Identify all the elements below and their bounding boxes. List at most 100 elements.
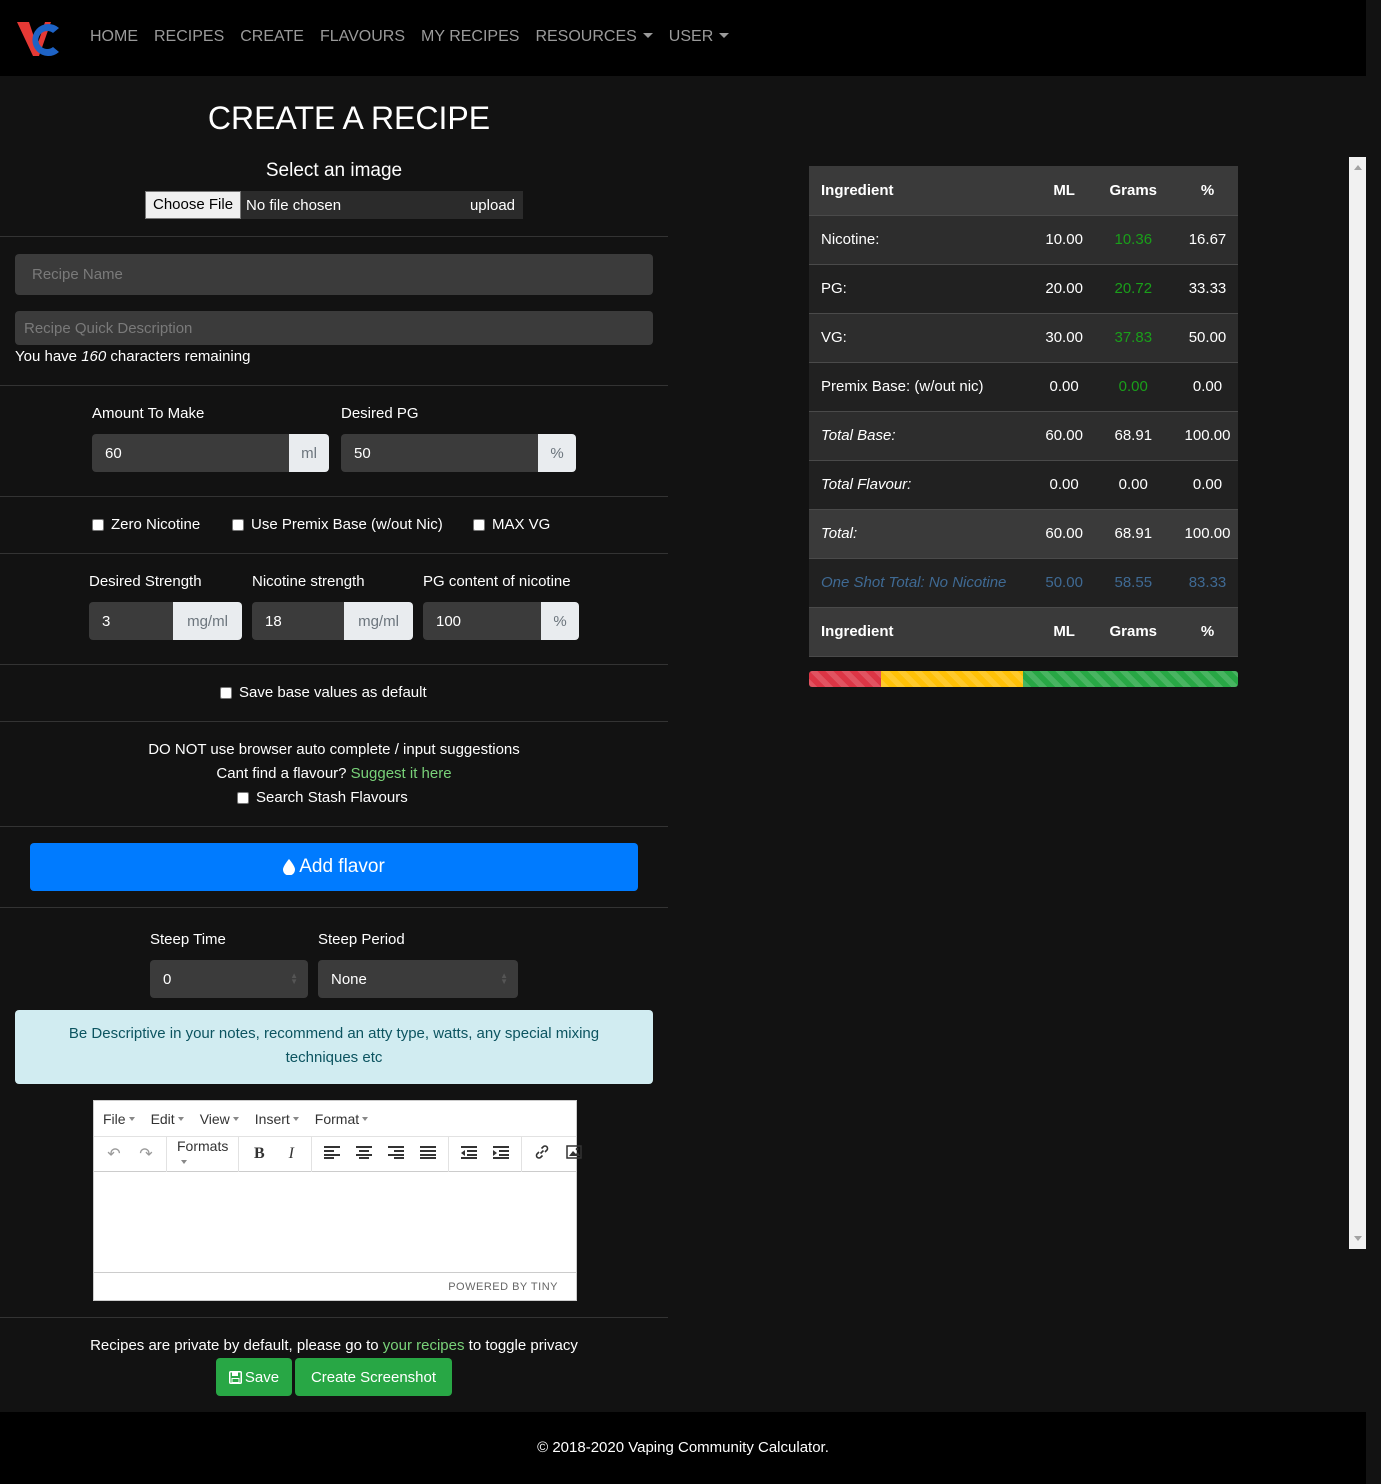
header-ingredient: Ingredient [809,166,1039,216]
amount-input[interactable]: 60 [92,434,289,472]
nav-flavours[interactable]: FLAVOURS [320,28,405,46]
bold-icon[interactable]: B [243,1145,275,1163]
desired-strength-input[interactable]: 3 [89,602,173,640]
divider [0,236,668,237]
pg-input[interactable]: 50 [341,434,538,472]
header-percent: % [1176,166,1238,216]
table-row-nicotine: Nicotine: 10.00 10.36 16.67 [809,215,1238,265]
nicotine-pg-label: PG content of nicotine [423,573,571,590]
nicotine-pg-group: 100 % [423,602,579,640]
nav-create[interactable]: CREATE [240,28,304,46]
nicotine-strength-label: Nicotine strength [252,573,365,590]
table-row-premix: Premix Base: (w/out nic) 0.00 0.00 0.00 [809,362,1238,412]
editor-menu-edit[interactable]: Edit [151,1111,184,1127]
editor-menu-format[interactable]: Format [315,1111,369,1127]
max-vg-checkbox[interactable]: MAX VG [473,516,550,533]
desired-strength-unit: mg/ml [173,602,242,640]
recipe-description-input[interactable]: Recipe Quick Description [15,311,653,345]
caret-down-icon [719,33,730,38]
upload-button[interactable]: upload [470,197,515,214]
image-icon[interactable] [558,1144,590,1164]
table-row-total-base: Total Base: 60.00 68.91 100.00 [809,411,1238,461]
chevron-down-icon [232,1116,239,1121]
nav-my-recipes[interactable]: MY RECIPES [421,28,519,46]
editor-menu-insert[interactable]: Insert [255,1111,299,1127]
header-ml: ML [1038,166,1090,216]
create-screenshot-button[interactable]: Create Screenshot [295,1358,452,1396]
recipe-name-input[interactable]: Recipe Name [15,254,653,295]
history-group: ↶ ↷ [94,1136,167,1172]
amount-input-group: 60 ml [92,434,329,472]
editor-menu-view[interactable]: View [200,1111,239,1127]
editor-menu-file[interactable]: File [103,1111,135,1127]
chevron-down-icon [292,1116,299,1121]
file-status: No file chosen [246,196,342,214]
search-stash-checkbox[interactable]: Search Stash Flavours [237,789,408,806]
image-label: Select an image [265,160,403,181]
add-flavor-button[interactable]: Add flavor [30,843,638,891]
save-default-checkbox[interactable]: Save base values as default [220,684,427,701]
file-upload-group: Choose File No file chosen upload [145,191,523,219]
chevron-down-icon [128,1116,135,1121]
formats-group: Formats [167,1136,240,1172]
indent-icon[interactable] [485,1145,517,1164]
link-icon[interactable] [526,1144,558,1165]
divider [0,496,668,497]
nav-user-dropdown[interactable]: USER [669,28,730,46]
footer: © 2018-2020 Vaping Community Calculator. [0,1412,1366,1484]
steep-time-select[interactable]: 0 ▲ ▼ [150,960,308,998]
table-footer-row: Ingredient ML Grams % [809,607,1238,657]
desired-strength-group: 3 mg/ml [89,602,242,640]
mix-progress-bar [809,671,1238,687]
save-button[interactable]: Save [216,1358,292,1396]
autocomplete-warning: DO NOT use browser auto complete / input… [148,741,520,758]
table-row-pg: PG: 20.00 20.72 33.33 [809,264,1238,314]
suggest-flavour-link[interactable]: Suggest it here [351,765,452,782]
align-justify-icon[interactable] [412,1145,444,1164]
progress-segment-green [1023,671,1238,687]
zero-nicotine-checkbox[interactable]: Zero Nicotine [92,516,200,533]
insert-group [522,1136,594,1172]
scroll-up-icon[interactable] [1354,165,1362,170]
steep-period-select[interactable]: None ▲ ▼ [318,960,518,998]
page-title: CREATE A RECIPE [207,100,491,136]
editor-statusbar: POWERED BY TINY [94,1272,576,1300]
divider [0,907,668,908]
italic-icon[interactable]: I [275,1145,307,1163]
scroll-down-icon[interactable] [1354,1236,1362,1241]
caret-down-icon [642,33,653,38]
nicotine-pg-input[interactable]: 100 [423,602,541,640]
checkbox-icon[interactable] [232,518,244,531]
pg-label: Desired PG [341,405,419,422]
nav-recipes[interactable]: RECIPES [154,28,224,46]
vc-logo-icon[interactable] [15,14,65,62]
select-arrows-icon: ▲ ▼ [290,971,298,986]
header-grams: Grams [1089,166,1177,216]
premix-base-checkbox[interactable]: Use Premix Base (w/out Nic) [232,516,443,533]
checkbox-icon[interactable] [220,686,232,699]
align-left-icon[interactable] [316,1145,348,1164]
nav-home[interactable]: HOME [90,28,138,46]
align-right-icon[interactable] [380,1145,412,1164]
scrollbar[interactable] [1349,157,1366,1249]
align-center-icon[interactable] [348,1145,380,1164]
steep-time-label: Steep Time [150,931,226,948]
navbar: HOME RECIPES CREATE FLAVOURS MY RECIPES … [0,0,1366,76]
checkbox-icon[interactable] [92,518,104,531]
editor-content-area[interactable] [94,1172,576,1272]
checkbox-icon[interactable] [473,518,485,531]
choose-file-button[interactable]: Choose File [145,191,242,219]
nicotine-strength-unit: mg/ml [344,602,413,640]
nicotine-strength-input[interactable]: 18 [252,602,344,640]
nav-resources-dropdown[interactable]: RESOURCES [535,28,653,46]
select-arrows-icon: ▲ ▼ [500,971,508,986]
formats-dropdown[interactable]: Formats [171,1138,234,1170]
chevron-down-icon [362,1116,369,1121]
outdent-icon[interactable] [453,1145,485,1164]
checkbox-icon[interactable] [237,791,249,804]
powered-by-tiny-link[interactable]: POWERED BY TINY [448,1281,558,1293]
undo-icon[interactable]: ↶ [98,1144,130,1164]
nicotine-pg-unit: % [541,602,579,640]
your-recipes-link[interactable]: your recipes [383,1337,465,1354]
redo-icon[interactable]: ↷ [130,1144,162,1164]
